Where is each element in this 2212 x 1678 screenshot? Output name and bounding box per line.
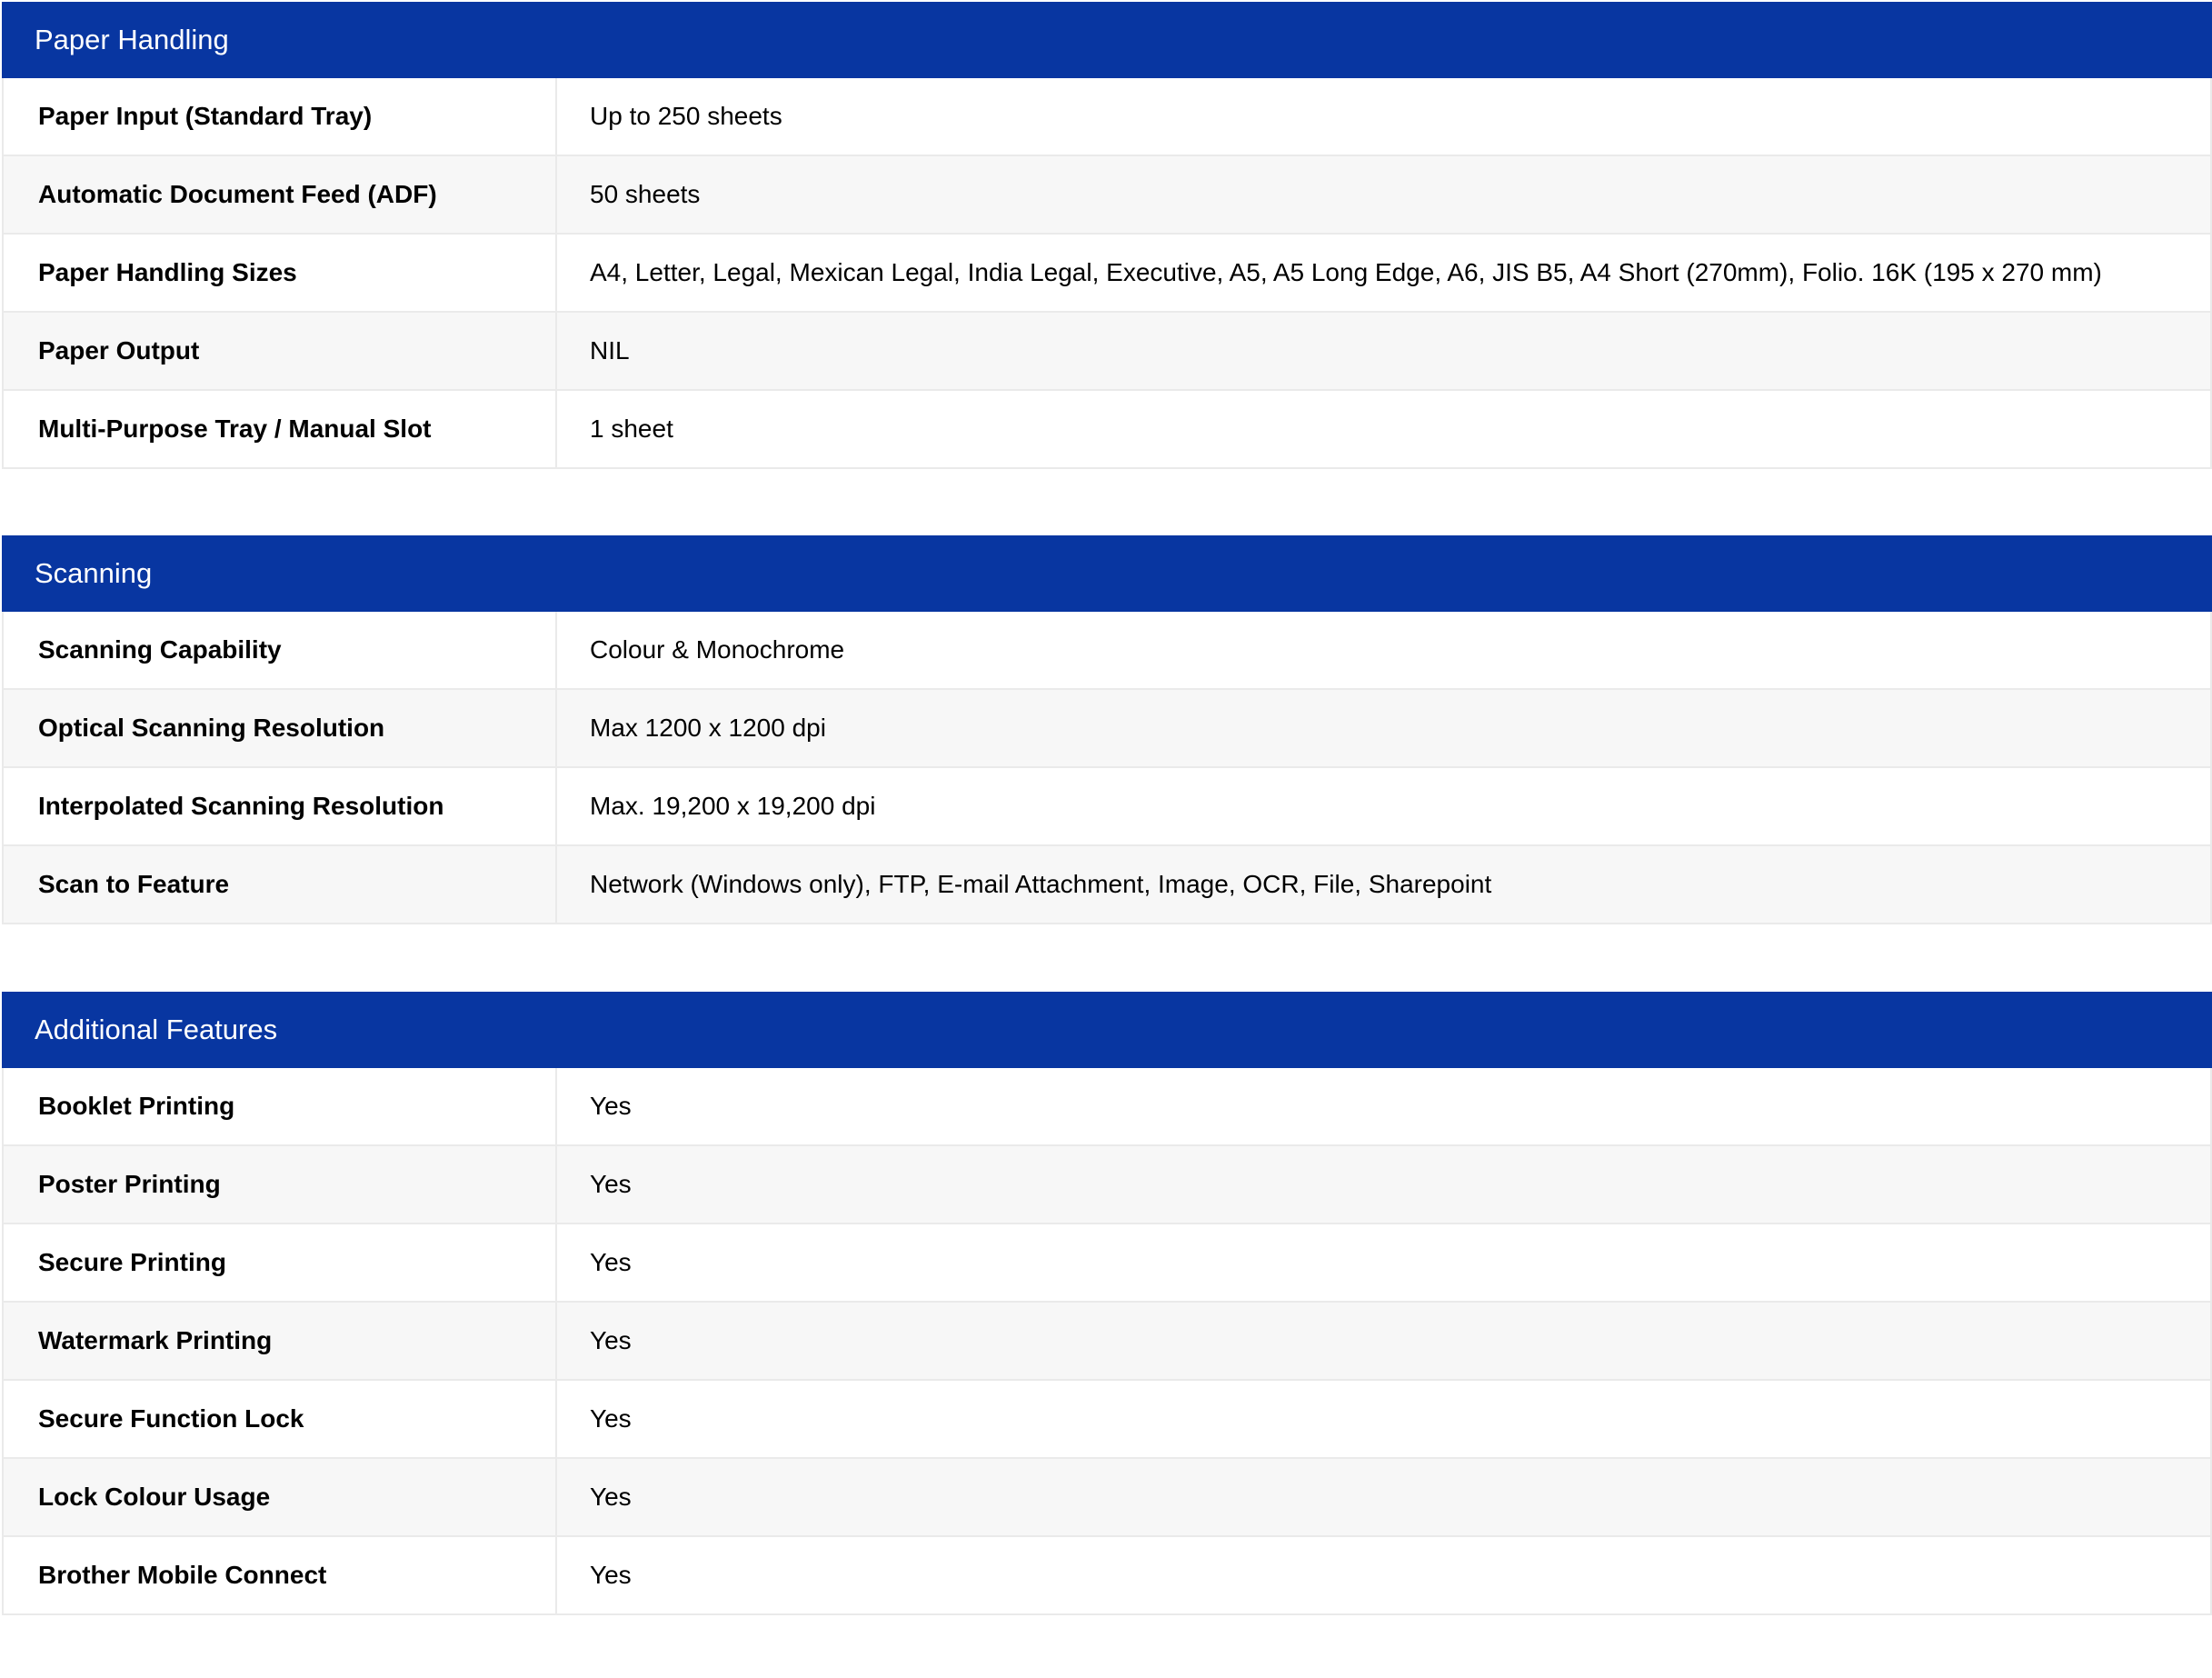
- spec-row: Secure Function Lock Yes: [4, 1381, 2210, 1459]
- spec-label: Optical Scanning Resolution: [4, 690, 557, 766]
- spec-label: Brother Mobile Connect: [4, 1537, 557, 1613]
- spec-value: Yes: [590, 1404, 632, 1433]
- spec-label: Booklet Printing: [4, 1068, 557, 1144]
- spec-label: Multi-Purpose Tray / Manual Slot: [4, 391, 557, 467]
- spec-label: Paper Input (Standard Tray): [4, 78, 557, 155]
- spec-row: Lock Colour Usage Yes: [4, 1459, 2210, 1537]
- spec-label: Lock Colour Usage: [4, 1459, 557, 1535]
- spec-value: Yes: [590, 1483, 632, 1511]
- section-header: Scanning: [2, 535, 2212, 612]
- spec-value: Max 1200 x 1200 dpi: [590, 714, 826, 742]
- spec-value: Yes: [590, 1248, 632, 1276]
- spec-section-scanning: Scanning Scanning Capability Colour & Mo…: [2, 535, 2212, 924]
- spec-row: Automatic Document Feed (ADF) 50 sheets: [4, 156, 2210, 235]
- spec-value: Yes: [590, 1092, 632, 1120]
- spec-value: 1 sheet: [590, 415, 673, 443]
- spec-label: Poster Printing: [4, 1146, 557, 1223]
- spec-row: Scanning Capability Colour & Monochrome: [4, 612, 2210, 690]
- spec-value: Colour & Monochrome: [590, 635, 845, 664]
- spec-section-paper-handling: Paper Handling Paper Input (Standard Tra…: [2, 2, 2212, 469]
- spec-value: Up to 250 sheets: [590, 102, 782, 130]
- spec-label: Scan to Feature: [4, 846, 557, 923]
- spec-table: Scanning Capability Colour & Monochrome …: [2, 612, 2212, 924]
- spec-row: Paper Handling Sizes A4, Letter, Legal, …: [4, 235, 2210, 313]
- section-header: Additional Features: [2, 992, 2212, 1068]
- spec-row: Paper Input (Standard Tray) Up to 250 sh…: [4, 78, 2210, 156]
- spec-value: Yes: [590, 1326, 632, 1354]
- spec-row: Multi-Purpose Tray / Manual Slot 1 sheet: [4, 391, 2210, 469]
- spec-table: Booklet Printing Yes Poster Printing Yes…: [2, 1068, 2212, 1615]
- spec-value: NIL: [590, 336, 630, 365]
- spec-value: Yes: [590, 1561, 632, 1589]
- spec-row: Brother Mobile Connect Yes: [4, 1537, 2210, 1615]
- spec-value: Max. 19,200 x 19,200 dpi: [590, 792, 876, 820]
- spec-label: Interpolated Scanning Resolution: [4, 768, 557, 844]
- spec-row: Scan to Feature Network (Windows only), …: [4, 846, 2210, 924]
- section-header: Paper Handling: [2, 2, 2212, 78]
- spec-table: Paper Input (Standard Tray) Up to 250 sh…: [2, 78, 2212, 469]
- spec-value: Yes: [590, 1170, 632, 1198]
- spec-row: Optical Scanning Resolution Max 1200 x 1…: [4, 690, 2210, 768]
- spec-label: Automatic Document Feed (ADF): [4, 156, 557, 233]
- spec-label: Secure Printing: [4, 1224, 557, 1301]
- spec-label: Paper Handling Sizes: [4, 235, 557, 311]
- spec-value: Network (Windows only), FTP, E-mail Atta…: [590, 870, 1492, 898]
- spec-row: Watermark Printing Yes: [4, 1303, 2210, 1381]
- spec-row: Booklet Printing Yes: [4, 1068, 2210, 1146]
- spec-row: Paper Output NIL: [4, 313, 2210, 391]
- spec-label: Secure Function Lock: [4, 1381, 557, 1457]
- spec-label: Scanning Capability: [4, 612, 557, 688]
- spec-value: A4, Letter, Legal, Mexican Legal, India …: [590, 258, 2102, 286]
- spec-row: Secure Printing Yes: [4, 1224, 2210, 1303]
- spec-label: Watermark Printing: [4, 1303, 557, 1379]
- spec-section-additional-features: Additional Features Booklet Printing Yes…: [2, 992, 2212, 1615]
- spec-label: Paper Output: [4, 313, 557, 389]
- spec-value: 50 sheets: [590, 180, 701, 208]
- spec-row: Interpolated Scanning Resolution Max. 19…: [4, 768, 2210, 846]
- spec-row: Poster Printing Yes: [4, 1146, 2210, 1224]
